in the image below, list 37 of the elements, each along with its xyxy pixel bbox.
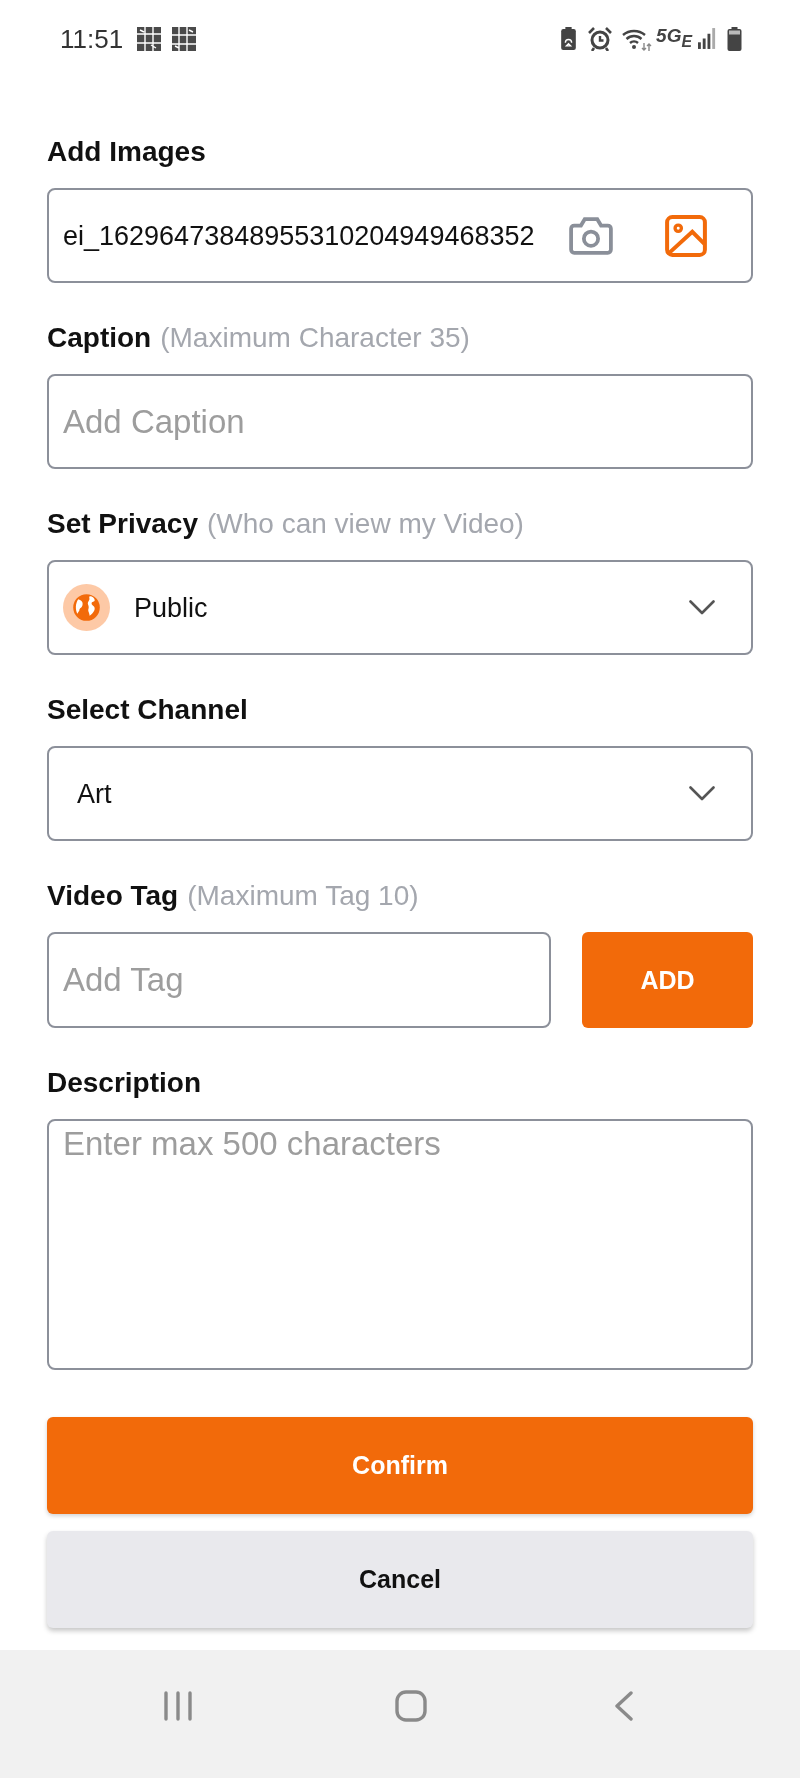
field-hint: (Maximum Character 35) xyxy=(160,321,470,355)
dropdown[interactable]: Art xyxy=(47,746,753,841)
signal-icon xyxy=(698,28,717,49)
file-name-text: ei_16296473848955310204949468352 xyxy=(63,219,536,253)
network-type-text: 5G$_{E}$ xyxy=(656,23,692,52)
description-textarea[interactable]: Enter max 500 characters xyxy=(47,1119,753,1370)
field-label: Set Privacy xyxy=(47,507,198,541)
back-icon[interactable] xyxy=(615,1691,633,1721)
dropdown[interactable]: Public xyxy=(47,560,753,655)
battery-recycle-icon xyxy=(561,27,577,50)
add-button[interactable]: ADD xyxy=(582,932,753,1028)
caption-input[interactable]: Add Caption xyxy=(47,374,753,469)
camera-icon[interactable] xyxy=(569,215,613,256)
chevron-down-icon xyxy=(689,786,715,801)
recent-apps-icon[interactable] xyxy=(164,1691,192,1721)
field-label: Video Tag xyxy=(47,879,179,913)
tag-input[interactable]: Add Tag xyxy=(47,932,551,1028)
tile-icon xyxy=(172,26,197,51)
home-icon[interactable] xyxy=(394,1690,427,1722)
field-label: Select Channel xyxy=(47,693,248,727)
field-hint: (Maximum Tag 10) xyxy=(187,879,419,913)
image-picker-field[interactable]: ei_16296473848955310204949468352 xyxy=(47,188,753,283)
globe-icon xyxy=(63,584,110,631)
tile-icon xyxy=(137,26,162,51)
confirm-button[interactable]: Confirm xyxy=(47,1417,753,1514)
field-label: Caption xyxy=(47,321,152,355)
alarm-clock-icon xyxy=(588,26,613,51)
dropdown-value: Art xyxy=(76,777,113,811)
chevron-down-icon xyxy=(689,600,715,615)
cancel-button[interactable]: Cancel xyxy=(47,1531,753,1628)
status-time: 11:51 xyxy=(60,23,124,54)
field-hint: (Who can view my Video) xyxy=(207,507,524,541)
dropdown-value: Public xyxy=(133,591,209,625)
field-label: Description xyxy=(47,1066,202,1100)
battery-icon xyxy=(727,26,742,51)
image-icon[interactable] xyxy=(665,214,707,257)
field-label: Add Images xyxy=(47,135,206,169)
